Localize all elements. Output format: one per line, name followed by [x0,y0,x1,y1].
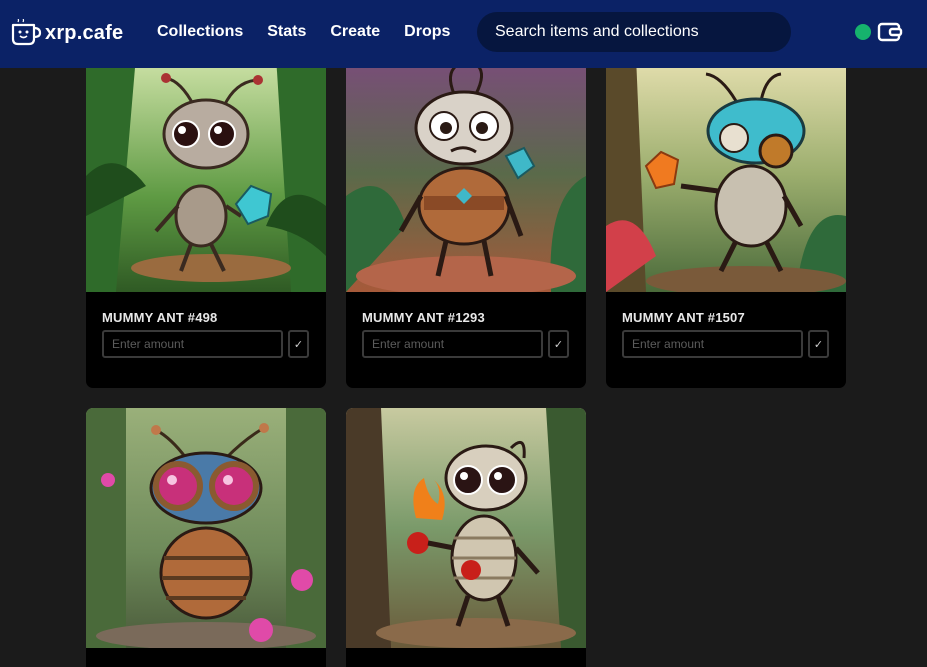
brand-logo[interactable]: xrp.cafe [10,18,123,48]
nav-drops[interactable]: Drops [404,22,450,42]
amount-input[interactable] [622,330,803,358]
nft-image-mummy-ant-498[interactable] [86,56,326,292]
main-nav: Collections Stats Create Drops [157,22,474,42]
nft-card[interactable]: MUMMY ANT #498 ✓ [86,56,326,388]
nft-card[interactable]: MUMMY ANT #1293 ✓ [346,56,586,388]
bid-row: ✓ [622,330,830,358]
nft-title: MUMMY ANT #1293 [362,310,485,325]
search-bar[interactable] [477,12,791,52]
confirm-bid-button[interactable]: ✓ [548,330,569,358]
brand-name: xrp.cafe [45,21,124,44]
coffee-cup-icon [11,19,42,46]
bid-row: ✓ [362,330,570,358]
bid-row: ✓ [102,330,310,358]
wallet-icon[interactable] [877,21,903,43]
nav-create[interactable]: Create [330,22,380,42]
amount-input[interactable] [362,330,543,358]
nav-collections[interactable]: Collections [157,22,243,42]
nft-card[interactable]: MUMMY ANT #1507 ✓ [606,56,846,388]
nft-image[interactable] [346,408,586,648]
nft-title: MUMMY ANT #498 [102,310,218,325]
search-input[interactable] [495,23,775,41]
confirm-bid-button[interactable]: ✓ [288,330,309,358]
nav-stats[interactable]: Stats [267,22,306,42]
amount-input[interactable] [102,330,283,358]
nft-title: MUMMY ANT #1507 [622,310,745,325]
confirm-bid-button[interactable]: ✓ [808,330,829,358]
nft-card[interactable] [86,408,326,667]
nft-image-mummy-ant-1507[interactable] [606,56,846,292]
nft-image[interactable] [86,408,326,648]
top-navigation-bar: xrp.cafe Collections Stats Create Drops [0,0,927,68]
network-status-indicator [855,24,871,40]
nft-image-mummy-ant-1293[interactable] [346,56,586,292]
nft-card[interactable] [346,408,586,667]
